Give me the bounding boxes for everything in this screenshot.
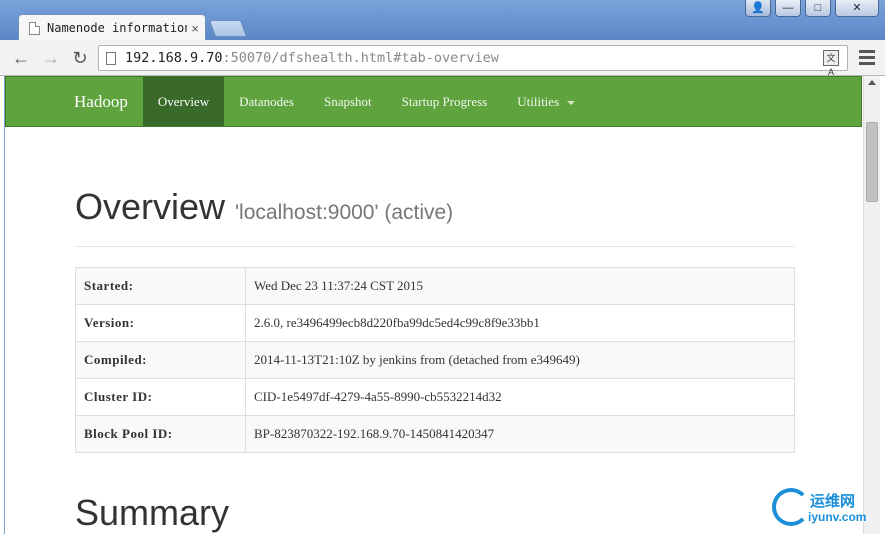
table-row: Block Pool ID: BP-823870322-192.168.9.70…: [75, 415, 795, 453]
scrollbar-thumb[interactable]: [866, 122, 878, 202]
top-navbar: Hadoop Overview Datanodes Snapshot Start…: [5, 76, 862, 127]
row-key: Version:: [75, 304, 246, 342]
watermark-line2: iyunv.com: [808, 510, 867, 524]
row-key: Block Pool ID:: [75, 415, 246, 453]
tab-title: Namenode information: [47, 21, 188, 35]
nav-item-overview[interactable]: Overview: [142, 77, 225, 126]
close-window-button[interactable]: ✕: [835, 0, 879, 17]
row-value: 2014-11-13T21:10Z by jenkins from (detac…: [245, 341, 795, 379]
row-key: Started:: [75, 267, 246, 305]
row-key: Compiled:: [75, 341, 246, 379]
row-value: Wed Dec 23 11:37:24 CST 2015: [245, 267, 795, 305]
nav-item-snapshot[interactable]: Snapshot: [309, 77, 387, 126]
address-bar[interactable]: 192.168.9.70:50070/dfshealth.html#tab-ov…: [98, 45, 848, 77]
browser-toolbar: ← → ↻ 192.168.9.70:50070/dfshealth.html#…: [0, 40, 885, 77]
page-title: Overview 'localhost:9000' (active): [75, 186, 795, 228]
table-row: Cluster ID: CID-1e5497df-4279-4a55-8990-…: [75, 378, 795, 416]
url-host: 192.168.9.70: [125, 50, 223, 66]
site-watermark: 运维网 iyunv.com: [772, 484, 876, 532]
user-profile-button[interactable]: 👤: [745, 0, 771, 17]
back-arrow-icon[interactable]: ←: [10, 47, 32, 69]
tab-close-icon[interactable]: ×: [191, 21, 199, 36]
nav-item-startup-progress[interactable]: Startup Progress: [387, 77, 503, 126]
nav-item-utilities-label: Utilities: [517, 93, 560, 109]
scroll-up-arrow-icon[interactable]: [868, 80, 876, 85]
new-tab-button[interactable]: [208, 20, 248, 37]
chrome-menu-icon[interactable]: [859, 50, 875, 68]
row-value: BP-823870322-192.168.9.70-1450841420347: [245, 415, 795, 453]
page-info-icon[interactable]: [106, 51, 116, 65]
reload-icon[interactable]: ↻: [69, 47, 91, 69]
url-path: :50070/dfshealth.html#tab-overview: [222, 50, 499, 66]
page-viewport: Hadoop Overview Datanodes Snapshot Start…: [4, 76, 880, 534]
nav-item-utilities[interactable]: Utilities: [502, 77, 590, 126]
row-key: Cluster ID:: [75, 378, 246, 416]
window-titlebar: Namenode information × 👤 — □ ✕: [0, 0, 885, 41]
watermark-logo-icon: [772, 488, 810, 526]
window-controls: 👤 — □ ✕: [745, 0, 879, 17]
watermark-line1: 运维网: [810, 493, 856, 510]
navbar-brand[interactable]: Hadoop: [6, 77, 143, 126]
table-row: Compiled: 2014-11-13T21:10Z by jenkins f…: [75, 341, 795, 379]
page-icon: [29, 21, 40, 35]
minimize-button[interactable]: —: [775, 0, 801, 17]
overview-title: Overview: [75, 186, 226, 227]
summary-title: Summary: [75, 492, 230, 533]
table-row: Started: Wed Dec 23 11:37:24 CST 2015: [75, 267, 795, 305]
nav-item-datanodes[interactable]: Datanodes: [224, 77, 309, 126]
url-text: 192.168.9.70:50070/dfshealth.html#tab-ov…: [125, 50, 499, 66]
overview-header: Overview 'localhost:9000' (active): [75, 186, 795, 247]
browser-tab[interactable]: Namenode information ×: [18, 14, 206, 41]
caret-down-icon: [567, 100, 576, 105]
table-row: Version: 2.6.0, re3496499ecb8d220fba99dc…: [75, 304, 795, 342]
row-value: CID-1e5497df-4279-4a55-8990-cb5532214d32: [245, 378, 795, 416]
translate-icon[interactable]: 文A: [823, 50, 839, 77]
row-value: 2.6.0, re3496499ecb8d220fba99dc5ed4c99c8…: [245, 304, 795, 342]
maximize-button[interactable]: □: [805, 0, 831, 17]
overview-subtitle: 'localhost:9000' (active): [235, 201, 454, 224]
overview-table: Started: Wed Dec 23 11:37:24 CST 2015 Ve…: [75, 267, 795, 453]
forward-arrow-icon[interactable]: →: [40, 47, 62, 69]
vertical-scrollbar[interactable]: [863, 76, 880, 534]
